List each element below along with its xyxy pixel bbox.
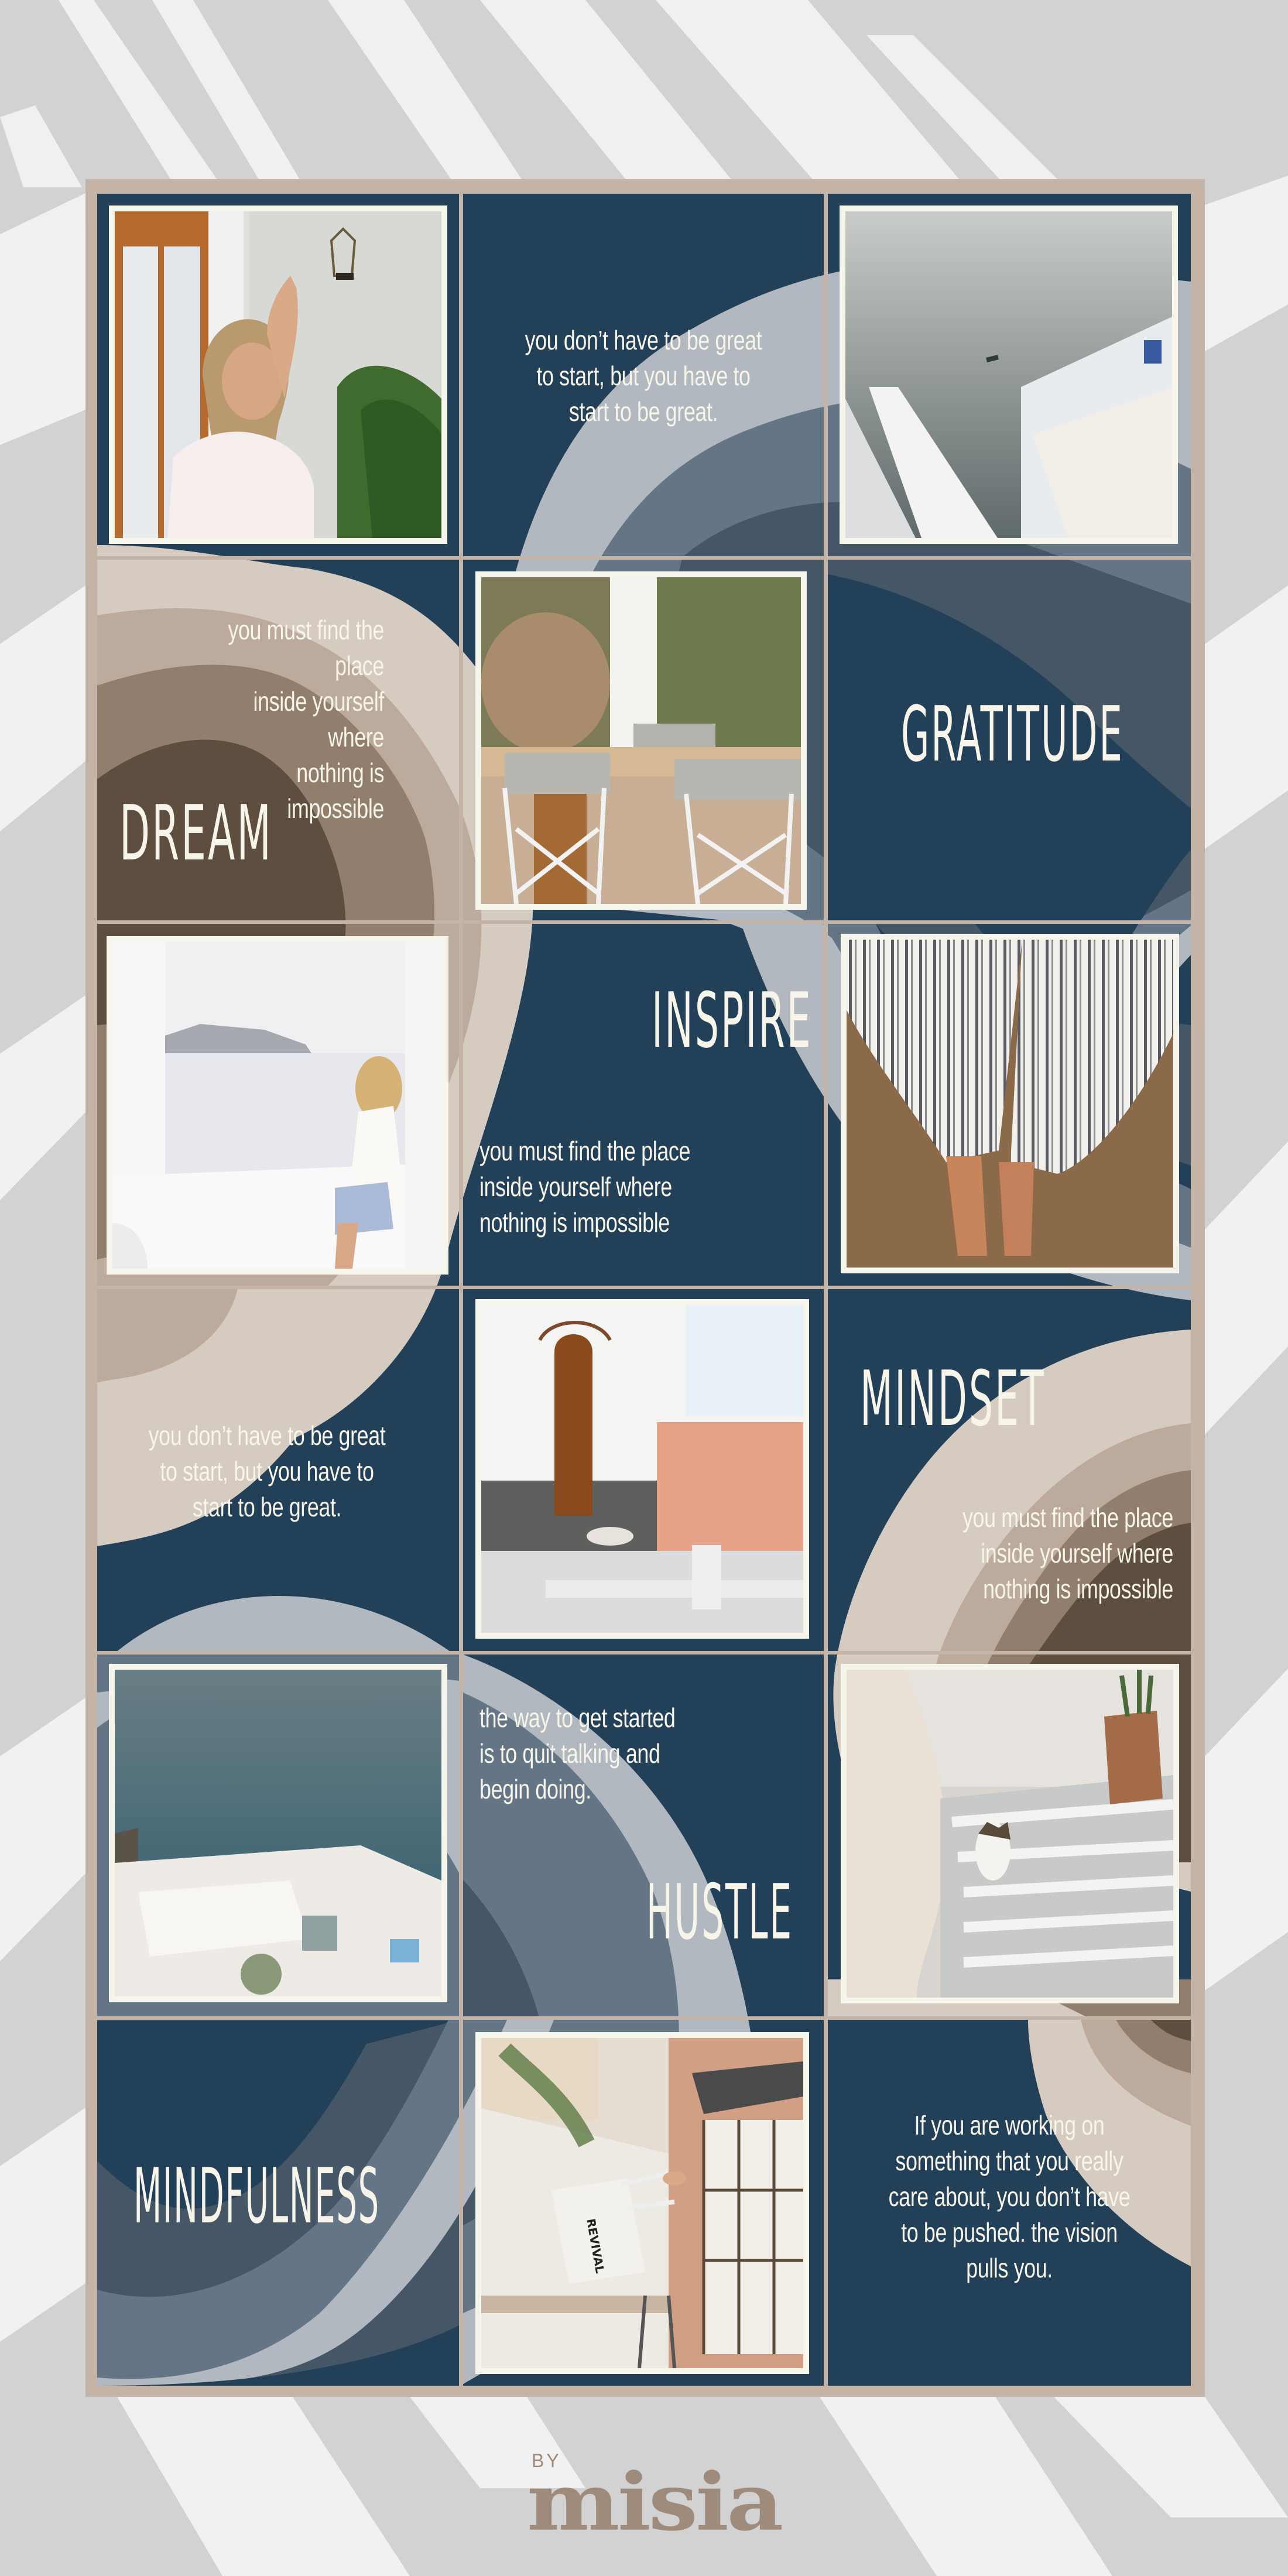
headline-hustle: HUSTLE <box>646 1868 793 1957</box>
photo-aerial-sea[interactable] <box>109 1664 447 2002</box>
photo-image <box>115 1670 441 1996</box>
tile-hustle: the way to get started is to quit talkin… <box>463 1654 824 2016</box>
photo-image <box>847 940 1173 1268</box>
photo-woman-lantern[interactable] <box>109 205 447 544</box>
tile-mindset: MINDSET you must find the place inside y… <box>828 1289 1191 1651</box>
photo-image <box>112 942 443 1269</box>
photo-arched-door[interactable] <box>475 1299 809 1639</box>
photo-feet-striped[interactable] <box>841 934 1179 1273</box>
quote-text: you don’t have to be great to start, but… <box>148 1420 386 1522</box>
photo-table-chairs[interactable] <box>475 571 807 910</box>
photo-image <box>481 577 801 904</box>
quote-text: you don’t have to be great to start, but… <box>525 325 762 427</box>
photo-tote-bag-cafe[interactable]: REVIVAL <box>475 2032 809 2374</box>
quote-text: you must find the place inside yourself … <box>479 1136 691 1238</box>
tile-gratitude: GRATITUDE <box>828 560 1191 920</box>
photo-image <box>845 211 1172 538</box>
tile-quote-vision: If you are working on something that you… <box>828 2020 1191 2386</box>
headline-dream: DREAM <box>119 789 273 878</box>
grid-line-v2 <box>824 194 828 2386</box>
instagram-grid: you don’t have to be great to start, but… <box>97 194 1191 2386</box>
headline-inspire: INSPIRE <box>652 976 813 1065</box>
headline-mindset: MINDSET <box>860 1354 1046 1443</box>
photo-cat-steps[interactable] <box>841 1664 1179 2003</box>
tile-quote-great: you don’t have to be great to start, but… <box>463 194 824 556</box>
quote-text: you must find the place inside yourself … <box>962 1502 1173 1604</box>
photo-image <box>847 1670 1173 1998</box>
headline-gratitude: GRATITUDE <box>901 690 1124 779</box>
tile-inspire: INSPIRE you must find the place inside y… <box>463 924 824 1286</box>
headline-mindfulness: MINDFULNESS <box>133 2152 380 2241</box>
photo-image <box>481 1305 803 1633</box>
tile-dream: you must find the place inside yourself … <box>97 560 459 920</box>
quote-text: the way to get started is to quit talkin… <box>479 1703 676 1804</box>
photo-image: REVIVAL <box>481 2038 803 2368</box>
tile-mindfulness: MINDFULNESS <box>97 2020 459 2386</box>
photo-sea-terrace[interactable] <box>840 205 1178 544</box>
photo-woman-hat-window[interactable] <box>107 936 448 1275</box>
photo-image <box>115 211 441 538</box>
quote-text: If you are working on something that you… <box>888 2110 1131 2283</box>
logo-name: misia <box>527 2455 783 2549</box>
tile-quote-great-2: you don’t have to be great to start, but… <box>97 1289 459 1651</box>
grid-line-v1 <box>459 194 463 2386</box>
